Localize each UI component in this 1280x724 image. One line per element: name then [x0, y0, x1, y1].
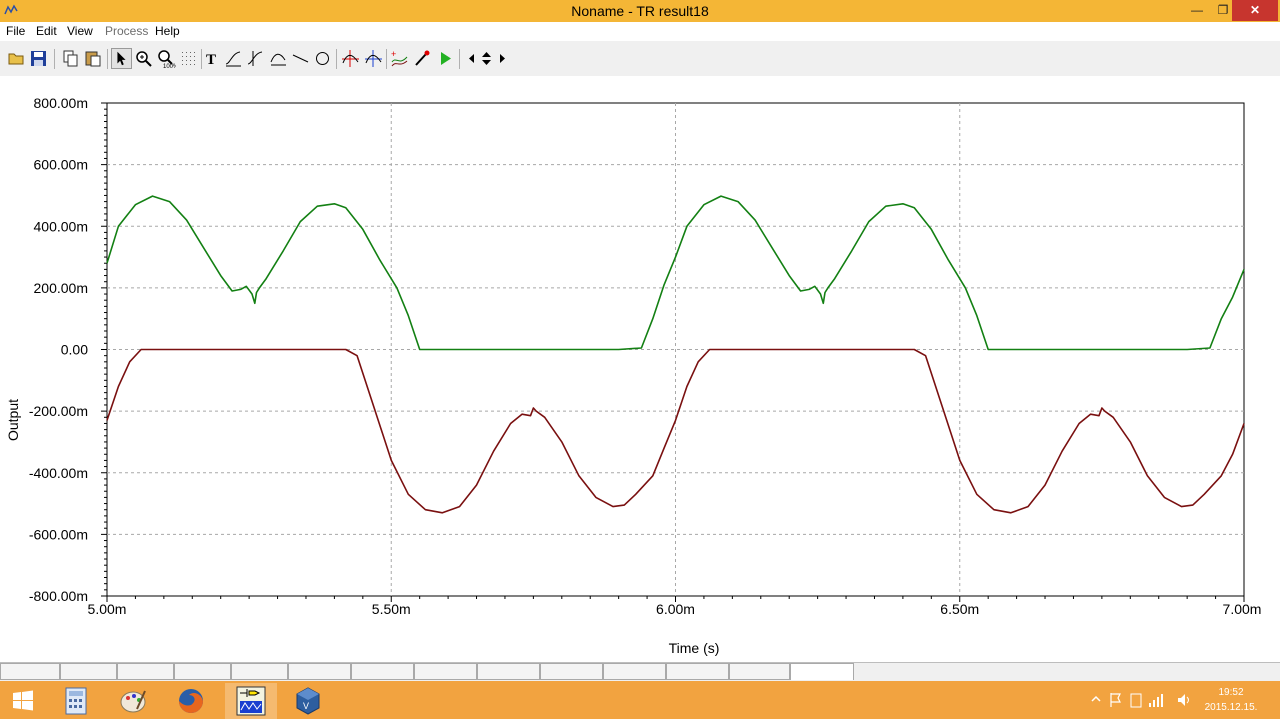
tray-icons[interactable]	[1085, 681, 1195, 719]
open-folder-icon[interactable]	[6, 48, 27, 69]
zoom-in-icon[interactable]	[133, 48, 154, 69]
y-tick-label: 200.00m	[34, 280, 88, 296]
text-icon[interactable]: T	[201, 48, 222, 69]
network-icon	[1149, 694, 1163, 707]
tina-icon[interactable]	[225, 683, 277, 719]
curve-tool-3-icon[interactable]	[268, 48, 289, 69]
x-tick-label: 5.50m	[372, 601, 411, 617]
battery-icon	[1130, 693, 1142, 708]
virtualbox-icon[interactable]: V	[282, 683, 334, 719]
clock[interactable]: 19:52 2015.12.15.	[1196, 685, 1266, 715]
svg-text:T: T	[206, 52, 216, 68]
y-tick-label: 600.00m	[34, 157, 88, 173]
x-tick-label: 7.00m	[1223, 601, 1262, 617]
svg-text:V: V	[303, 701, 309, 711]
start-icon[interactable]	[0, 683, 46, 719]
result-tab[interactable]	[117, 663, 174, 680]
toolbar-separator	[336, 49, 337, 69]
toolbar-separator	[107, 49, 108, 69]
toolbar-separator	[54, 49, 55, 69]
result-tab[interactable]	[540, 663, 603, 680]
menu-view[interactable]: View	[67, 24, 93, 38]
y-axis-label: Output	[5, 399, 21, 441]
system-tray	[1085, 681, 1195, 719]
clock-time: 19:52	[1218, 687, 1244, 698]
calculator-icon[interactable]	[50, 683, 102, 719]
taskbar: V 19:52 2015.12.15.	[0, 681, 1280, 719]
menu-edit[interactable]: Edit	[36, 24, 57, 38]
result-tabs	[0, 662, 1280, 682]
probe-icon[interactable]	[412, 48, 433, 69]
save-icon[interactable]	[28, 48, 49, 69]
menu-help[interactable]: Help	[155, 24, 180, 38]
waveform-chart[interactable]: 5.00m 5.50m 6.00m 6.50m 7.00m 800.00m 600.00m 4…	[0, 76, 1280, 662]
y-tick-label: 400.00m	[34, 218, 88, 234]
x-axis-label: Time (s)	[669, 640, 720, 656]
x-tick-label: 6.00m	[656, 601, 695, 617]
pointer-icon[interactable]	[111, 48, 132, 69]
x-tick-label: 6.50m	[940, 601, 979, 617]
result-tab[interactable]	[174, 663, 231, 680]
menu-bar: File Edit View Process Help	[0, 22, 1280, 41]
result-tab[interactable]	[288, 663, 351, 680]
plot-area[interactable]: 5.00m 5.50m 6.00m 6.50m 7.00m 800.00m 600.00m 4…	[0, 76, 1280, 662]
menu-process[interactable]: Process	[105, 24, 148, 38]
paste-icon[interactable]	[83, 48, 104, 69]
x-tick-label: 5.00m	[88, 601, 127, 617]
result-tab[interactable]	[603, 663, 666, 680]
menu-file[interactable]: File	[6, 24, 25, 38]
y-tick-label: -600.00m	[29, 526, 88, 542]
y-tick-label: -800.00m	[29, 588, 88, 604]
result-tab[interactable]	[351, 663, 414, 680]
curve-tool-icon[interactable]	[223, 48, 244, 69]
y-tick-label: -200.00m	[29, 403, 88, 419]
y-tick-label: 800.00m	[34, 95, 88, 111]
toolbar-separator	[386, 49, 387, 69]
result-tab[interactable]	[414, 663, 477, 680]
y-tick-label: 0.00	[61, 342, 88, 358]
line-icon[interactable]	[290, 48, 311, 69]
y-tick-label: -400.00m	[29, 465, 88, 481]
volume-icon	[1178, 694, 1189, 706]
run-icon[interactable]	[435, 48, 456, 69]
grid-icon[interactable]	[178, 48, 199, 69]
firefox-icon[interactable]	[165, 683, 217, 719]
clock-date: 2015.12.15.	[1204, 702, 1258, 713]
cursor-a-icon[interactable]	[340, 48, 361, 69]
result-tab[interactable]	[0, 663, 60, 680]
window-title: Noname - TR result18	[571, 3, 709, 19]
curve-tool-2-icon[interactable]	[245, 48, 266, 69]
show-hidden-icons-icon	[1091, 695, 1101, 702]
result-tab-active[interactable]	[790, 663, 854, 680]
toolbar-separator	[459, 49, 460, 69]
result-tab[interactable]	[666, 663, 729, 680]
add-curve-icon[interactable]: +	[389, 48, 410, 69]
paint-icon[interactable]	[107, 683, 159, 719]
svg-text:100%: 100%	[163, 64, 176, 69]
flag-icon	[1110, 693, 1121, 707]
toolbar: 100% T +	[0, 41, 1280, 77]
result-tab[interactable]	[60, 663, 117, 680]
svg-text:+: +	[391, 49, 396, 59]
result-tab[interactable]	[477, 663, 540, 680]
close-button[interactable]: ✕	[1232, 0, 1278, 21]
circle-icon[interactable]	[312, 48, 333, 69]
zoom-100-icon[interactable]: 100%	[155, 48, 176, 69]
title-bar: Noname - TR result18 — ❐ ✕	[0, 0, 1280, 22]
cursor-b-icon[interactable]	[363, 48, 384, 69]
copy-icon[interactable]	[60, 48, 81, 69]
scroll-right-icon[interactable]	[492, 48, 513, 69]
result-tab[interactable]	[231, 663, 288, 680]
result-tab[interactable]	[729, 663, 790, 680]
